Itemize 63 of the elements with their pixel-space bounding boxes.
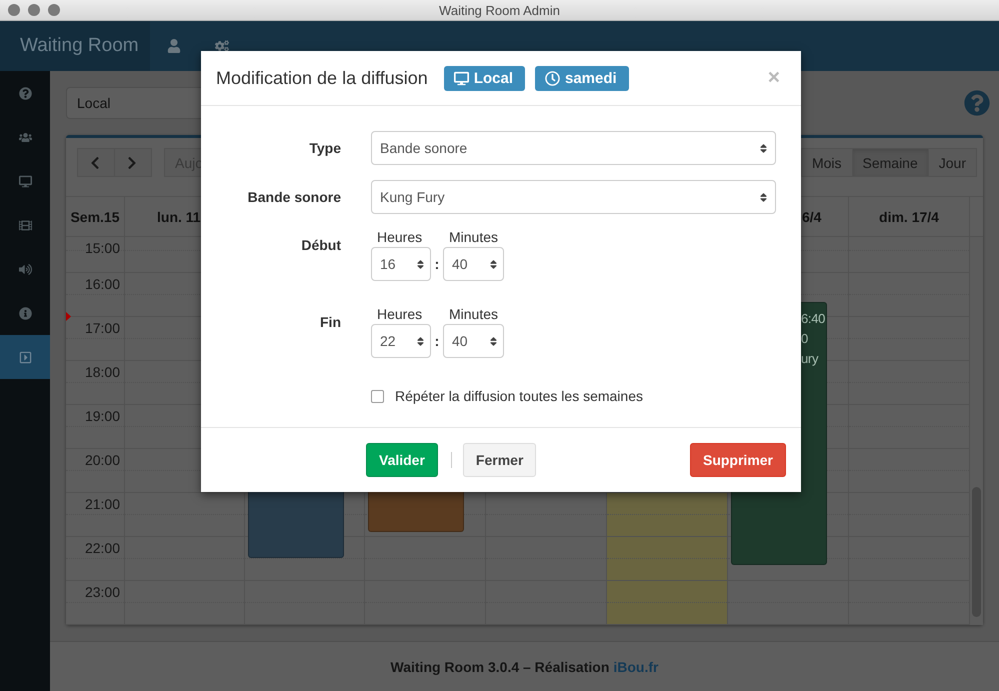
sort-icon: [488, 258, 499, 270]
scrollbar[interactable]: [970, 237, 983, 625]
monitor-icon: [454, 70, 469, 86]
field-label: Bande sonore: [246, 188, 341, 207]
event-text: 0: [801, 330, 809, 348]
primary-button[interactable]: Valider: [366, 443, 438, 477]
select-field[interactable]: Bande sonore: [371, 131, 776, 165]
checkbox-label: Répéter la diffusion toutes les semaines: [395, 388, 643, 404]
field-label: Type: [308, 139, 341, 158]
badge: Local: [444, 66, 525, 90]
day-header: dim. 17/4: [879, 208, 939, 224]
hour-label: 19:00: [84, 408, 120, 424]
danger-button[interactable]: Supprimer: [690, 443, 786, 477]
hours-label: Heures: [376, 306, 424, 322]
window-close-control[interactable]: [8, 4, 20, 16]
sort-icon: [415, 336, 426, 346]
window-title: Waiting Room Admin: [439, 2, 560, 18]
view-tab[interactable]: Semaine: [852, 148, 929, 177]
minutes-select[interactable]: 40: [443, 247, 504, 281]
minutes-label: Minutes: [448, 306, 500, 322]
brand-logo[interactable]: Waiting Room: [0, 21, 150, 71]
hour-label: 22:00: [84, 540, 120, 556]
field-label: Fin: [319, 313, 341, 332]
hours-select[interactable]: 22: [371, 324, 431, 358]
select-field[interactable]: Kung Fury: [371, 180, 776, 214]
badge: samedi: [535, 66, 629, 90]
hour-label: 15:00: [84, 240, 120, 256]
hour-label: 17:00: [84, 320, 120, 336]
previous-button[interactable]: [77, 148, 115, 177]
help-icon[interactable]: [964, 90, 990, 116]
sort-icon: [758, 192, 769, 202]
day-header: 6/4: [802, 208, 822, 224]
hour-label: 18:00: [84, 364, 120, 380]
sort-icon: [488, 336, 499, 346]
window-minimize-control[interactable]: [28, 4, 40, 16]
window-zoom-control[interactable]: [48, 4, 60, 16]
now-marker-icon: [66, 312, 71, 321]
time-separator: :: [434, 255, 440, 274]
week-number: Sem.15: [70, 208, 120, 224]
hours-label: Heures: [376, 229, 424, 245]
minutes-label: Minutes: [448, 229, 500, 245]
minutes-select[interactable]: 40: [443, 324, 504, 358]
play-square-icon[interactable]: [0, 335, 50, 379]
event-text: 6:40: [801, 310, 826, 328]
hour-label: 20:00: [84, 452, 120, 468]
event-text: ury: [801, 350, 820, 368]
footer-text: Waiting Room 3.0.4 – Réalisation: [390, 658, 610, 674]
sort-icon: [758, 142, 769, 154]
view-tab[interactable]: Mois: [800, 148, 852, 177]
view-tab[interactable]: Jour: [928, 148, 977, 177]
day-header: lun. 11: [157, 208, 201, 224]
modal-title: Modification de la diffusion: [216, 68, 428, 88]
sort-icon: [415, 258, 426, 270]
repeat-checkbox[interactable]: [371, 390, 384, 402]
field-label: Début: [300, 236, 341, 255]
time-separator: :: [434, 332, 440, 351]
hour-label: 21:00: [84, 496, 120, 512]
next-button[interactable]: [114, 148, 152, 177]
clock-icon: [545, 70, 560, 86]
hour-label: 23:00: [84, 584, 120, 600]
hours-select[interactable]: 16: [371, 247, 431, 281]
default-button[interactable]: Fermer: [462, 443, 536, 477]
hour-label: 16:00: [84, 276, 120, 292]
